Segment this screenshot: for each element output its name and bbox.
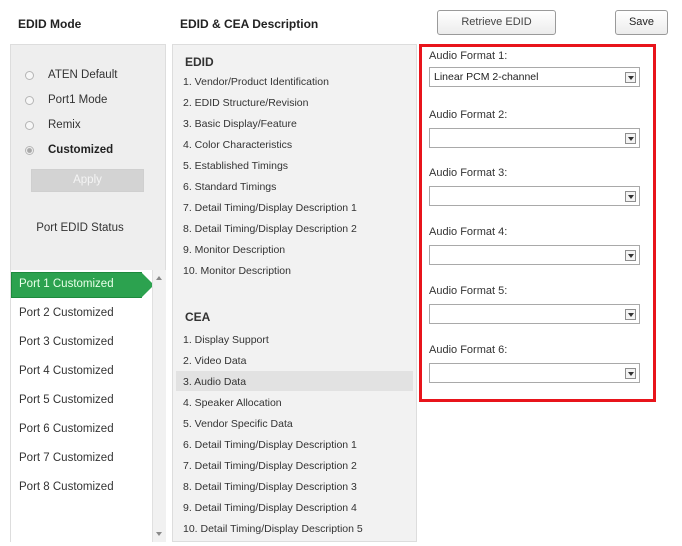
audio-format-1-label: Audio Format 1: [429, 50, 508, 62]
radio-label: ATEN Default [48, 69, 118, 81]
edid-item[interactable]: 10. Monitor Description [183, 265, 291, 277]
dropdown-arrow-icon[interactable] [625, 133, 636, 144]
audio-format-3-select[interactable] [429, 186, 640, 206]
radio-customized[interactable]: Customized [25, 141, 113, 159]
port-item-2[interactable]: Port 2 Customized [19, 307, 114, 323]
edid-section-title: EDID [185, 55, 214, 69]
edid-item[interactable]: 7. Detail Timing/Display Description 1 [183, 202, 357, 214]
radio-icon[interactable] [25, 120, 34, 130]
edid-item[interactable]: 1. Vendor/Product Identification [183, 76, 329, 88]
cea-section-title: CEA [185, 310, 211, 324]
dropdown-arrow-icon[interactable] [625, 250, 636, 261]
radio-label: Customized [48, 144, 114, 156]
audio-format-2-label: Audio Format 2: [429, 109, 508, 121]
port-list: Port 2 Customized Port 3 Customized Port… [11, 270, 152, 542]
cea-item[interactable]: 4. Speaker Allocation [183, 397, 282, 409]
audio-format-5-label: Audio Format 5: [429, 285, 508, 297]
edid-item[interactable]: 9. Monitor Description [183, 244, 285, 256]
radio-icon[interactable] [25, 95, 34, 105]
dropdown-arrow-icon[interactable] [625, 309, 636, 320]
audio-format-1-select[interactable]: Linear PCM 2-channel [429, 67, 640, 87]
cea-item[interactable]: 9. Detail Timing/Display Description 4 [183, 502, 357, 514]
edid-item[interactable]: 3. Basic Display/Feature [183, 118, 297, 130]
port-item-4[interactable]: Port 4 Customized [19, 365, 114, 381]
edid-mode-panel: ATEN Default Port1 Mode Remix Customized… [10, 44, 166, 542]
scroll-down-icon[interactable] [156, 532, 162, 536]
edid-mode-title: EDID Mode [18, 17, 82, 31]
cea-item[interactable]: 6. Detail Timing/Display Description 1 [183, 439, 357, 451]
edid-item[interactable]: 5. Established Timings [183, 160, 288, 172]
cea-item-selected[interactable]: 3. Audio Data [183, 376, 246, 388]
port-list-scrollbar[interactable] [152, 270, 166, 542]
port-item-6[interactable]: Port 6 Customized [19, 423, 114, 439]
apply-button[interactable]: Apply [31, 169, 144, 192]
port-edid-status-label: Port EDID Status [36, 222, 124, 234]
description-title: EDID & CEA Description [180, 17, 319, 31]
radio-icon[interactable] [25, 70, 34, 80]
port-item-7[interactable]: Port 7 Customized [19, 452, 114, 468]
audio-format-2-select[interactable] [429, 128, 640, 148]
edid-cea-description-panel: EDID 1. Vendor/Product Identification 2.… [172, 44, 417, 542]
port-item-8[interactable]: Port 8 Customized [19, 481, 114, 497]
retrieve-edid-button[interactable]: Retrieve EDID [437, 10, 556, 35]
audio-format-4-select[interactable] [429, 245, 640, 265]
radio-label: Port1 Mode [48, 94, 108, 106]
audio-format-6-label: Audio Format 6: [429, 344, 508, 356]
audio-format-1-value: Linear PCM 2-channel [434, 71, 539, 83]
port-item-1-active[interactable]: Port 1 Customized [11, 272, 157, 298]
save-button[interactable]: Save [615, 10, 668, 35]
edid-item[interactable]: 8. Detail Timing/Display Description 2 [183, 223, 357, 235]
edid-item[interactable]: 6. Standard Timings [183, 181, 276, 193]
edid-item[interactable]: 2. EDID Structure/Revision [183, 97, 308, 109]
radio-port1-mode[interactable]: Port1 Mode [25, 91, 107, 109]
radio-aten-default[interactable]: ATEN Default [25, 66, 117, 84]
radio-remix[interactable]: Remix [25, 116, 81, 134]
radio-icon[interactable] [25, 145, 34, 155]
audio-format-3-label: Audio Format 3: [429, 167, 508, 179]
cea-item[interactable]: 8. Detail Timing/Display Description 3 [183, 481, 357, 493]
dropdown-arrow-icon[interactable] [625, 368, 636, 379]
audio-format-5-select[interactable] [429, 304, 640, 324]
radio-label: Remix [48, 119, 81, 131]
cea-item[interactable]: 1. Display Support [183, 334, 269, 346]
cea-item[interactable]: 7. Detail Timing/Display Description 2 [183, 460, 357, 472]
cea-item[interactable]: 10. Detail Timing/Display Description 5 [183, 523, 363, 535]
audio-format-panel: Audio Format 1: Linear PCM 2-channel Aud… [419, 44, 656, 402]
scroll-up-icon[interactable] [156, 276, 162, 280]
cea-item[interactable]: 2. Video Data [183, 355, 246, 367]
port-item-5[interactable]: Port 5 Customized [19, 394, 114, 410]
audio-format-4-label: Audio Format 4: [429, 226, 508, 238]
dropdown-arrow-icon[interactable] [625, 72, 636, 83]
port-item-3[interactable]: Port 3 Customized [19, 336, 114, 352]
edid-item[interactable]: 4. Color Characteristics [183, 139, 292, 151]
port-item-1: Port 1 Customized [19, 278, 114, 290]
audio-format-6-select[interactable] [429, 363, 640, 383]
dropdown-arrow-icon[interactable] [625, 191, 636, 202]
cea-item[interactable]: 5. Vendor Specific Data [183, 418, 293, 430]
